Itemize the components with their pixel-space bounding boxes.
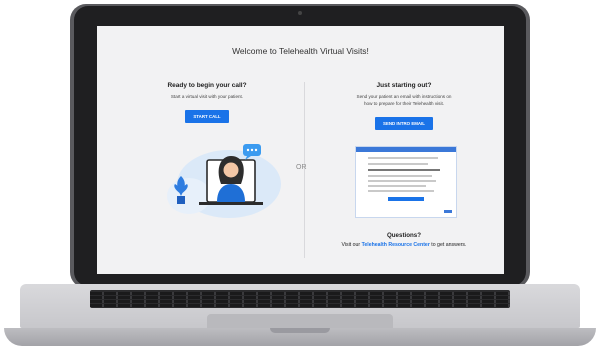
- laptop-notch: [270, 328, 330, 333]
- keyboard-row: [90, 296, 510, 299]
- help-text-suffix: to get answers.: [429, 242, 467, 248]
- intro-email-description-1: Send your patient an email with instruct…: [356, 94, 452, 99]
- resource-center-link[interactable]: Telehealth Resource Center: [362, 242, 430, 248]
- email-preview-line: [368, 185, 426, 187]
- start-call-button[interactable]: START CALL: [185, 110, 229, 123]
- speech-dot: [246, 148, 250, 152]
- email-preview-window: [355, 146, 457, 218]
- email-preview-line: [368, 190, 434, 192]
- help-text: Visit our Telehealth Resource Center to …: [329, 242, 479, 248]
- page-title: Welcome to Telehealth Virtual Visits!: [232, 46, 369, 56]
- laptop-screen: Welcome to Telehealth Virtual Visits! Re…: [97, 26, 504, 274]
- intro-email-heading: Just starting out?: [376, 82, 432, 89]
- start-call-panel: Ready to begin your call? Start a virtua…: [137, 82, 277, 123]
- help-section: Questions? Visit our Telehealth Resource…: [329, 232, 479, 248]
- plant-pot: [177, 196, 185, 204]
- email-preview-line: [368, 157, 438, 159]
- doctor-video-illustration: [167, 144, 281, 218]
- keyboard-row: [90, 304, 510, 307]
- speech-dot: [254, 148, 258, 152]
- keyboard-row: [90, 292, 510, 295]
- email-preview-line: [368, 180, 436, 182]
- illustration-background-blob-2: [167, 178, 211, 214]
- intro-email-description-2: how to prepare for their Telehealth visi…: [363, 101, 445, 106]
- email-preview-titlebar: [356, 147, 456, 152]
- help-text-prefix: Visit our: [341, 242, 362, 248]
- email-preview-line: [368, 169, 440, 171]
- keyboard: [90, 290, 510, 308]
- email-preview-line: [368, 163, 428, 165]
- email-preview-send: [444, 210, 452, 213]
- webcam: [298, 11, 302, 15]
- start-call-description: Start a virtual visit with your patient.: [170, 94, 244, 99]
- questions-heading: Questions?: [386, 232, 422, 239]
- intro-email-panel: Just starting out? Send your patient an …: [329, 82, 479, 130]
- monitor-stand: [199, 202, 263, 205]
- keyboard-row: [90, 300, 510, 303]
- email-preview-line: [368, 175, 432, 177]
- person-face: [223, 162, 239, 178]
- send-intro-email-button[interactable]: SEND INTRO EMAIL: [375, 117, 433, 130]
- start-call-heading: Ready to begin your call?: [167, 82, 247, 89]
- or-label: OR: [296, 164, 307, 171]
- speech-dot: [250, 148, 254, 152]
- email-preview-cta: [388, 197, 424, 201]
